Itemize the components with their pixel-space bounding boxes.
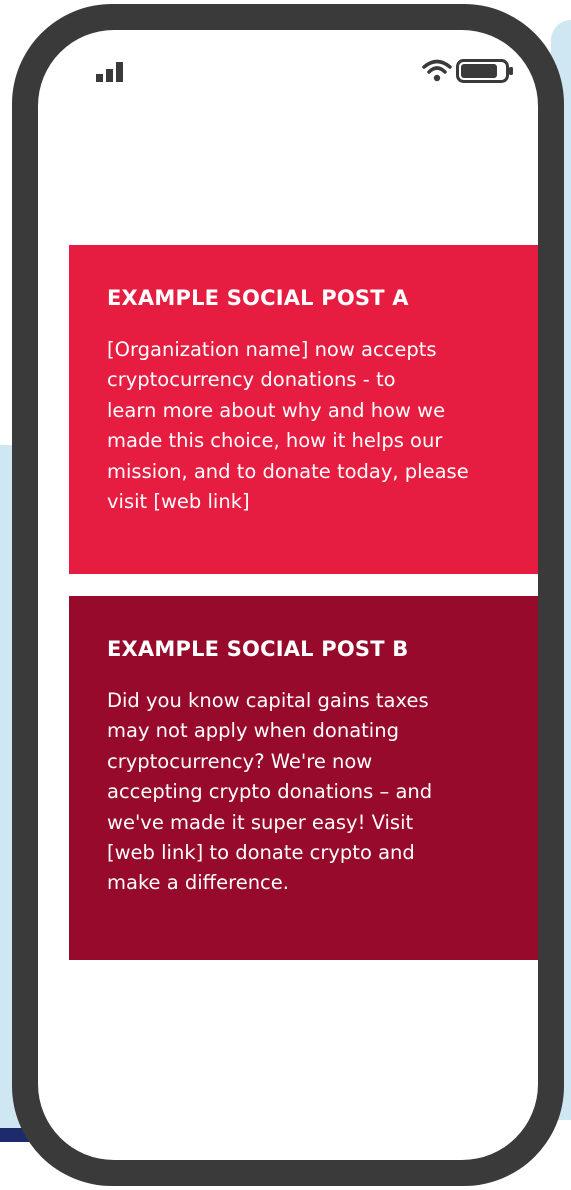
social-post-title: EXAMPLE SOCIAL POST B [107,637,409,661]
phone-screen: EXAMPLE SOCIAL POST A [Organization name… [38,30,538,1160]
social-post-body: Did you know capital gains taxes may not… [107,689,433,895]
phone-frame: EXAMPLE SOCIAL POST A [Organization name… [12,4,564,1186]
battery-icon [456,59,513,83]
social-post-card-b: EXAMPLE SOCIAL POST B Did you know capit… [69,596,538,960]
page: EXAMPLE SOCIAL POST A [Organization name… [0,0,571,1190]
signal-bars-icon [96,62,123,82]
social-post-body: [Organization name] now accepts cryptocu… [107,338,469,514]
social-post-title: EXAMPLE SOCIAL POST A [107,286,409,310]
social-post-card-a: EXAMPLE SOCIAL POST A [Organization name… [69,245,538,574]
wifi-icon [422,59,452,82]
